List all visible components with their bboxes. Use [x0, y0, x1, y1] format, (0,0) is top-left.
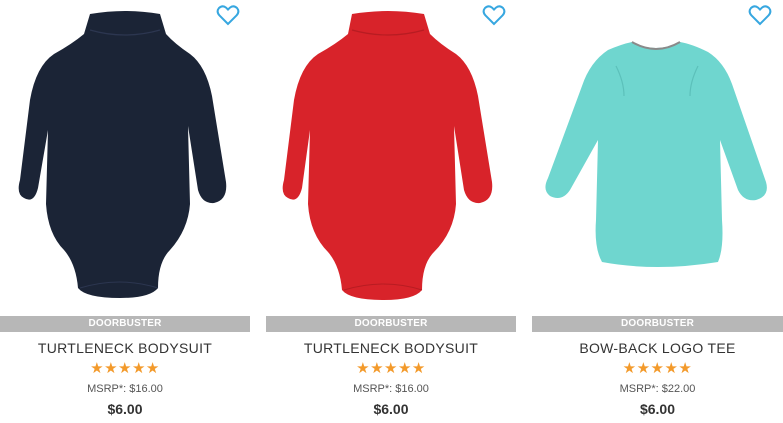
heart-outline-icon[interactable] — [482, 4, 506, 26]
msrp-price: MSRP*: $22.00 — [619, 383, 696, 395]
sale-price: $6.00 — [373, 401, 409, 417]
product-image[interactable] — [532, 0, 783, 315]
star-rating: ★★★★★ — [622, 360, 693, 377]
product-name[interactable]: BOW-BACK LOGO TEE — [532, 340, 783, 356]
product-name[interactable]: TURTLENECK BODYSUIT — [0, 340, 250, 356]
doorbuster-badge: DOORBUSTER — [266, 316, 516, 332]
star-rating: ★★★★★ — [356, 360, 426, 377]
product-card[interactable]: DOORBUSTER TURTLENECK BODYSUIT ★★★★★ MSR… — [266, 0, 516, 423]
product-name[interactable]: TURTLENECK BODYSUIT — [266, 340, 516, 356]
heart-outline-icon[interactable] — [748, 4, 772, 26]
product-image[interactable] — [0, 0, 250, 315]
msrp-price: MSRP*: $16.00 — [353, 383, 429, 395]
doorbuster-badge: DOORBUSTER — [0, 316, 250, 332]
product-card[interactable]: DOORBUSTER BOW-BACK LOGO TEE ★★★★★ MSRP*… — [532, 0, 783, 423]
sale-price: $6.00 — [107, 401, 143, 417]
sale-price: $6.00 — [639, 401, 676, 417]
msrp-price: MSRP*: $16.00 — [87, 383, 163, 395]
doorbuster-badge: DOORBUSTER — [532, 316, 783, 332]
product-image[interactable] — [266, 0, 516, 315]
heart-outline-icon[interactable] — [216, 4, 240, 26]
star-rating: ★★★★★ — [90, 360, 160, 377]
product-card[interactable]: DOORBUSTER TURTLENECK BODYSUIT ★★★★★ MSR… — [0, 0, 250, 423]
